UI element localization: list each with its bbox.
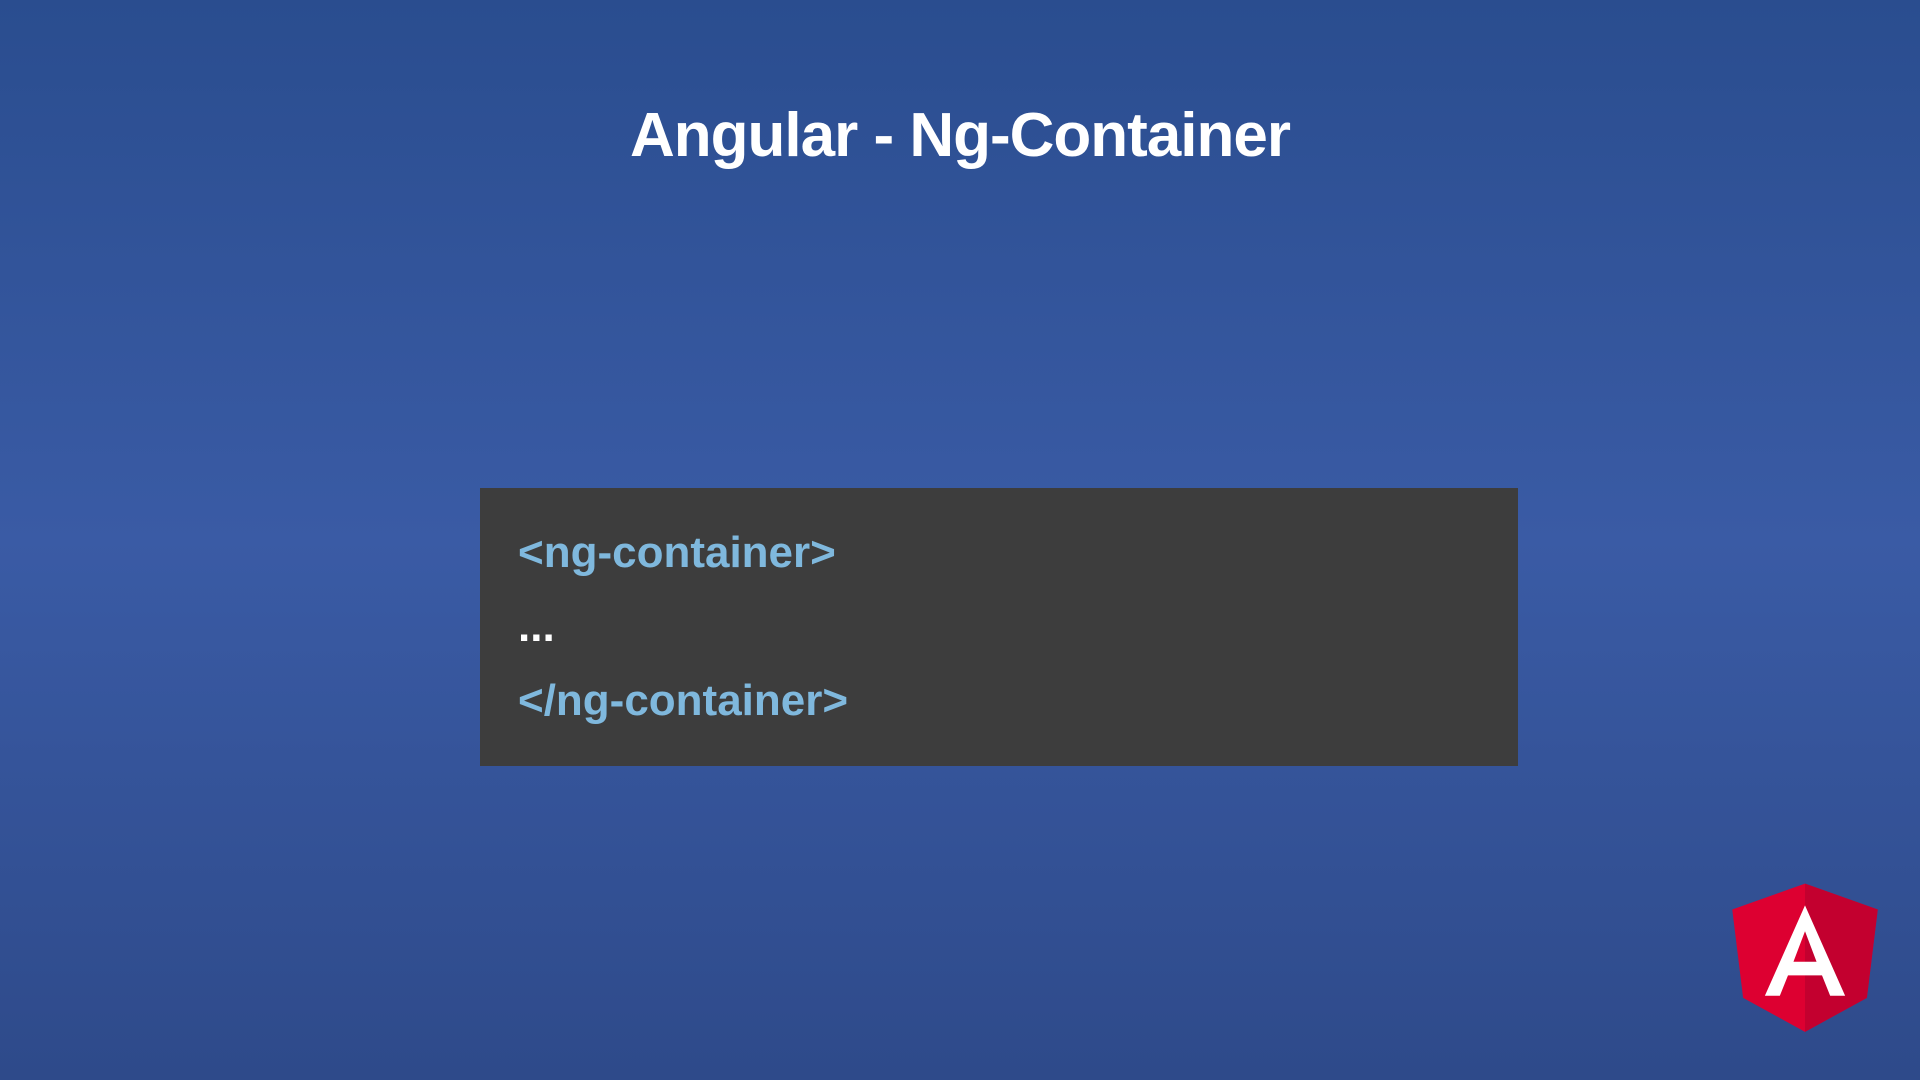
code-line-open: <ng-container> [518, 516, 1480, 590]
code-line-content: ... [518, 590, 1480, 664]
code-block: <ng-container> ... </ng-container> [480, 488, 1518, 766]
code-line-close: </ng-container> [518, 664, 1480, 738]
angular-logo-icon [1720, 870, 1890, 1050]
slide-title: Angular - Ng-Container [630, 100, 1290, 171]
